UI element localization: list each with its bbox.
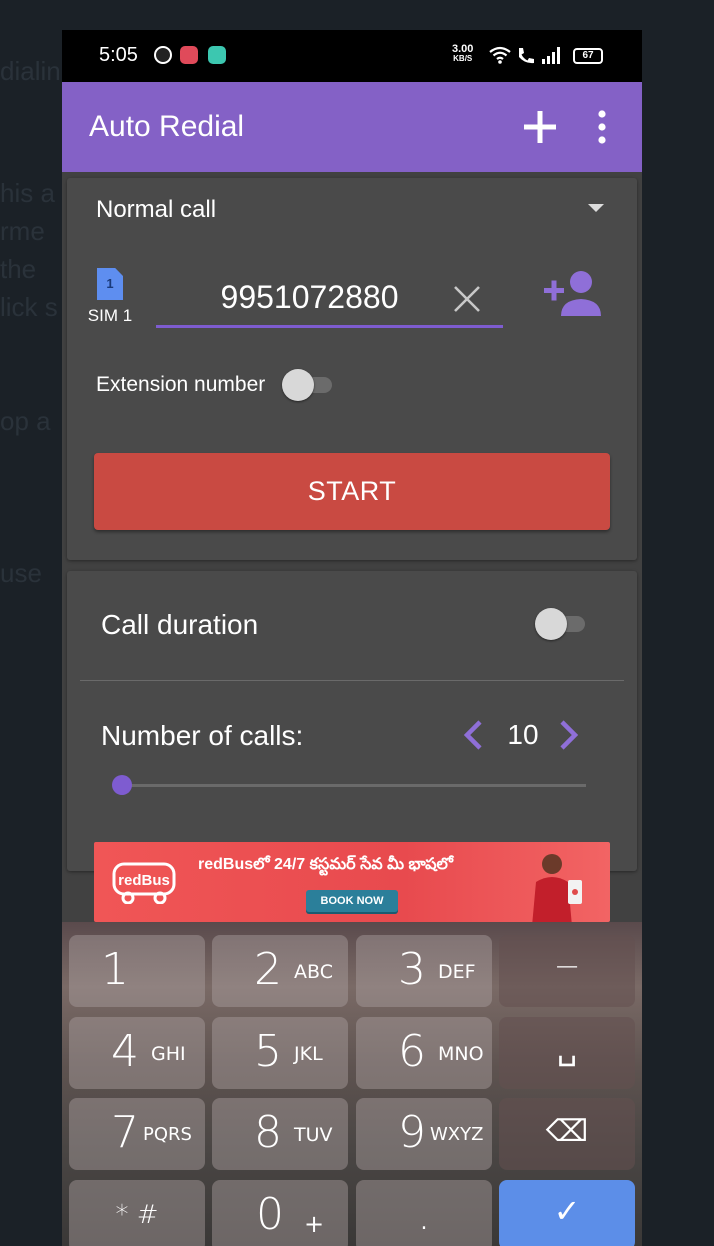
ad-banner[interactable]: redBus redBusలో 24/7 కస్టమర్ సేవ మీ భాషల… xyxy=(94,842,610,922)
call-form-card: Normal call 1 SIM 1 9951072880 Extension… xyxy=(67,178,637,560)
number-of-calls-slider[interactable] xyxy=(112,773,586,797)
key-digit: 9 xyxy=(398,1107,426,1158)
key-digit: 1 xyxy=(101,944,129,995)
backspace-key[interactable]: ⌫ xyxy=(499,1098,635,1170)
done-key[interactable]: ✓ xyxy=(499,1180,635,1246)
key-3[interactable]: 3 DEF xyxy=(356,935,492,1007)
background-text: lick s xyxy=(0,292,58,322)
period-key[interactable]: . xyxy=(356,1180,492,1246)
key-letters: MNO xyxy=(438,1043,484,1065)
key-5[interactable]: 5 JKL xyxy=(212,1017,348,1089)
key-letters: WXYZ xyxy=(430,1124,484,1145)
key-digit: 5 xyxy=(254,1026,282,1077)
key-0[interactable]: 0 + xyxy=(212,1180,348,1246)
key-letters: GHI xyxy=(151,1043,186,1065)
clear-icon[interactable] xyxy=(450,282,484,316)
number-of-calls-label: Number of calls: xyxy=(101,720,304,751)
settings-card: Call duration Number of calls: 10 xyxy=(67,571,637,871)
battery-icon: 67 xyxy=(573,48,603,64)
sim-selector[interactable]: 1 SIM 1 xyxy=(85,268,135,332)
background-text: op a xyxy=(0,406,51,436)
key-2[interactable]: 2 ABC xyxy=(212,935,348,1007)
key-7[interactable]: 7 PQRS xyxy=(69,1098,205,1170)
more-vert-icon[interactable] xyxy=(592,109,612,145)
ad-text: redBusలో 24/7 కస్టమర్ సేవ మీ భాషలో xyxy=(198,856,454,873)
key-digit: 0 xyxy=(256,1189,284,1240)
toggle-knob xyxy=(535,608,567,640)
extension-number-toggle[interactable] xyxy=(282,369,334,401)
app-title: Auto Redial xyxy=(89,110,245,143)
signal-icon xyxy=(542,47,560,64)
key-digit: 8 xyxy=(254,1107,282,1158)
extension-number-label: Extension number xyxy=(96,373,266,396)
add-contact-icon[interactable] xyxy=(541,268,603,318)
numeric-keyboard: 1 2 ABC 3 DEF − 4 GHI 5 JKL 6 MNO ␣ 7 PQRS 8 TUV 9 WXYZ ⌫ * … xyxy=(62,922,642,1246)
key-letters: TUV xyxy=(294,1124,333,1146)
ad-person-image xyxy=(532,854,582,922)
key-4[interactable]: 4 GHI xyxy=(69,1017,205,1089)
network-speed-value: 3.00 xyxy=(452,43,474,55)
phone-screen: 5:05 3.00 KB/S 67 Auto Redial Normal cal… xyxy=(62,30,642,1246)
space-key[interactable]: ␣ xyxy=(499,1017,635,1089)
slider-rail xyxy=(122,784,586,787)
key-1[interactable]: 1 xyxy=(69,935,205,1007)
minus-key[interactable]: − xyxy=(499,935,635,1007)
video-notification-icon xyxy=(180,46,198,64)
app-bar: Auto Redial xyxy=(62,82,642,172)
dropdown-arrow-icon[interactable] xyxy=(588,204,604,212)
wifi-calling-icon xyxy=(519,48,534,64)
symbols-key[interactable]: * # xyxy=(69,1180,205,1246)
key-9[interactable]: 9 WXYZ xyxy=(356,1098,492,1170)
background-text: use xyxy=(0,558,42,588)
status-bar: 5:05 3.00 KB/S 67 xyxy=(62,30,642,82)
book-now-button[interactable]: BOOK NOW xyxy=(306,890,398,912)
key-letters: + xyxy=(304,1210,325,1238)
key-letters: PQRS xyxy=(143,1124,192,1145)
key-digit: ⌫ xyxy=(545,1114,589,1149)
chevron-right-icon[interactable] xyxy=(556,718,582,752)
chevron-left-icon[interactable] xyxy=(460,718,486,752)
network-speed: 3.00 KB/S xyxy=(452,44,473,64)
key-letters: ABC xyxy=(294,961,333,983)
key-digit: ✓ xyxy=(553,1192,581,1230)
background-text: his a xyxy=(0,178,55,208)
call-duration-label: Call duration xyxy=(101,609,259,640)
key-digit: 4 xyxy=(111,1026,139,1077)
svg-text:redBus: redBus xyxy=(118,872,170,889)
toggle-knob xyxy=(282,369,314,401)
key-digit: − xyxy=(553,947,581,985)
background-text: the xyxy=(0,254,37,284)
redbus-logo: redBus xyxy=(112,862,176,904)
divider xyxy=(80,680,624,681)
call-type-select[interactable]: Normal call xyxy=(96,196,216,224)
key-digit: 3 xyxy=(398,944,426,995)
network-speed-unit: KB/S xyxy=(453,54,473,63)
call-duration-toggle[interactable] xyxy=(535,608,587,640)
key-letters: JKL xyxy=(294,1043,323,1065)
wifi-icon xyxy=(489,46,511,64)
key-digit: * # xyxy=(115,1200,159,1230)
plus-icon[interactable] xyxy=(520,107,560,147)
start-button[interactable]: START xyxy=(94,453,610,530)
key-digit: . xyxy=(417,1189,431,1240)
key-digit: 7 xyxy=(111,1107,139,1158)
background-text: dialin xyxy=(0,56,61,86)
slider-thumb[interactable] xyxy=(112,775,132,795)
status-time: 5:05 xyxy=(99,44,138,66)
key-letters: DEF xyxy=(438,961,476,983)
sim-label: SIM 1 xyxy=(87,306,133,325)
app-notification-icon xyxy=(154,46,172,64)
background-text: rme xyxy=(0,216,45,246)
key-digit: 2 xyxy=(254,944,282,995)
chat-notification-icon xyxy=(208,46,226,64)
key-8[interactable]: 8 TUV xyxy=(212,1098,348,1170)
sim-card-icon: 1 xyxy=(97,268,123,300)
key-6[interactable]: 6 MNO xyxy=(356,1017,492,1089)
key-digit: 6 xyxy=(398,1026,426,1077)
number-of-calls-value: 10 xyxy=(507,719,539,750)
key-digit: ␣ xyxy=(556,1029,578,1067)
